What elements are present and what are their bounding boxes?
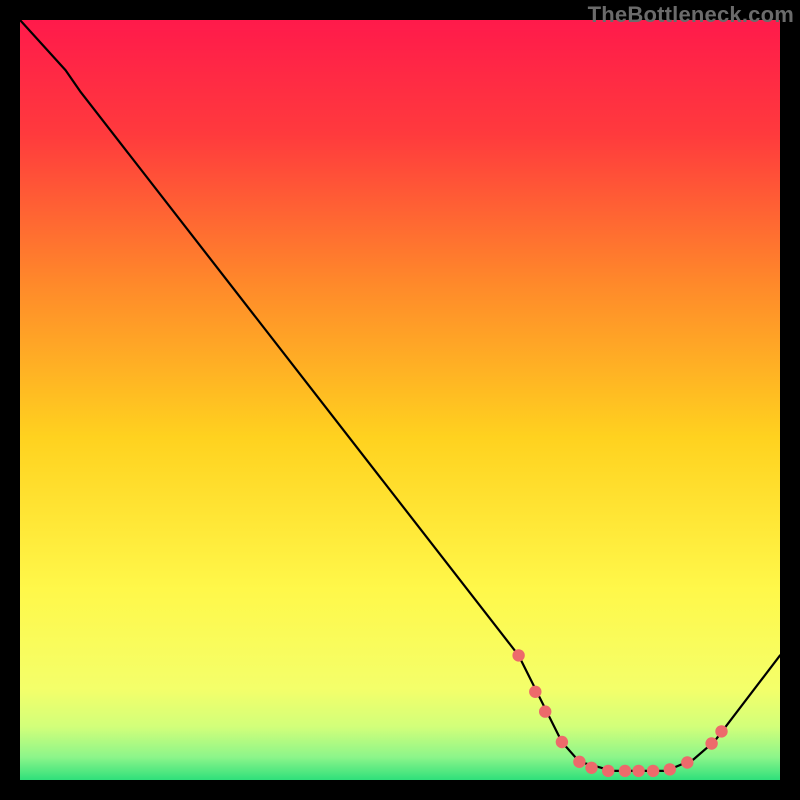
- curve-marker: [556, 736, 568, 748]
- curve-marker: [664, 763, 676, 775]
- curve-marker: [647, 765, 659, 777]
- curve-marker: [619, 765, 631, 777]
- curve-marker: [705, 737, 717, 749]
- curve-marker: [602, 765, 614, 777]
- attribution-watermark: TheBottleneck.com: [588, 2, 794, 28]
- curve-marker: [715, 725, 727, 737]
- curve-marker: [573, 756, 585, 768]
- bottleneck-curve: [20, 20, 780, 771]
- curve-marker: [632, 765, 644, 777]
- curve-marker: [681, 756, 693, 768]
- curve-marker: [539, 705, 551, 717]
- curve-marker: [512, 649, 524, 661]
- chart-svg: [20, 20, 780, 780]
- curve-marker: [529, 686, 541, 698]
- curve-marker: [585, 762, 597, 774]
